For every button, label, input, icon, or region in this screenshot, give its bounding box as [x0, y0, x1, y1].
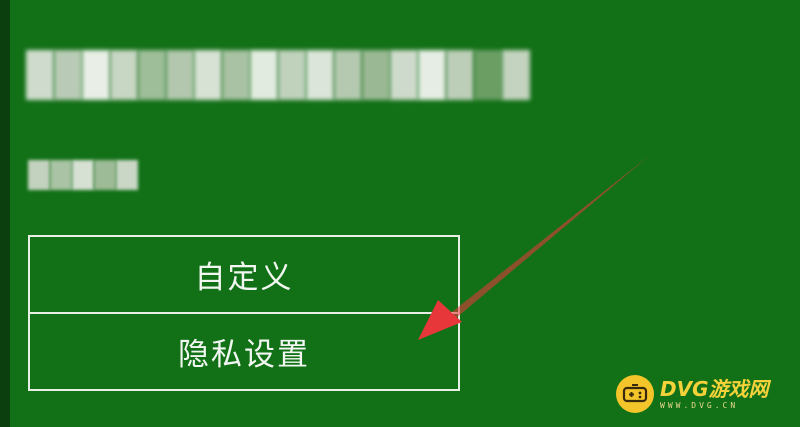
redaction-pixel	[306, 50, 334, 100]
redacted-title	[26, 50, 530, 100]
redaction-pixel	[54, 50, 82, 100]
gamepad-icon	[616, 375, 654, 413]
arrow-shaft	[452, 155, 650, 318]
redaction-pixel	[166, 50, 194, 100]
redaction-pixel	[28, 160, 50, 190]
watermark-url: WWW.DVG.CN	[660, 400, 739, 410]
menu-item-customize[interactable]: 自定义	[30, 237, 458, 312]
dvg-watermark: DVG游戏网 WWW.DVG.CN	[616, 369, 786, 419]
watermark-brand: DVG游戏网	[660, 376, 769, 401]
redaction-pixel	[116, 160, 138, 190]
redaction-pixel	[502, 50, 530, 100]
redaction-pixel	[82, 50, 110, 100]
redaction-pixel	[194, 50, 222, 100]
settings-screen: 自定义 隐私设置 DVG游戏网 WWW.DVG.CN	[0, 0, 800, 427]
redaction-pixel	[250, 50, 278, 100]
redaction-pixel	[334, 50, 362, 100]
redaction-pixel	[446, 50, 474, 100]
redaction-pixel	[94, 160, 116, 190]
redaction-pixel	[138, 50, 166, 100]
settings-menu: 自定义 隐私设置	[28, 235, 460, 391]
window-edge	[0, 0, 10, 427]
redaction-pixel	[26, 50, 54, 100]
redaction-pixel	[474, 50, 502, 100]
redaction-pixel	[222, 50, 250, 100]
menu-item-privacy-settings-label: 隐私设置	[178, 337, 310, 373]
redaction-pixel	[390, 50, 418, 100]
redaction-pixel	[72, 160, 94, 190]
redaction-pixel	[110, 50, 138, 100]
redaction-pixel	[278, 50, 306, 100]
redaction-pixel	[362, 50, 390, 100]
redaction-pixel	[418, 50, 446, 100]
redaction-pixel	[50, 160, 72, 190]
menu-item-customize-label: 自定义	[194, 260, 294, 296]
menu-item-privacy-settings[interactable]: 隐私设置	[30, 312, 458, 389]
redacted-subtitle	[28, 160, 138, 190]
